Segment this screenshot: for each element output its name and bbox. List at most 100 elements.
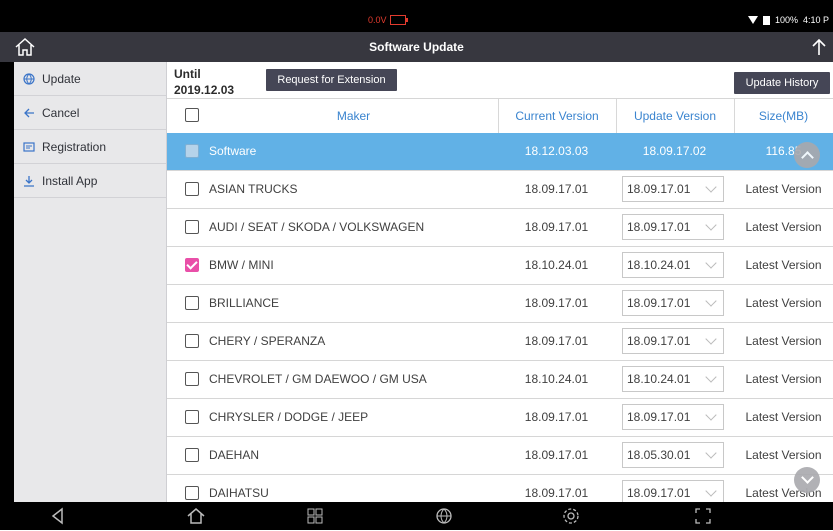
table-row[interactable]: Software 18.12.03.03 18.09.17.02 116.85 (167, 133, 833, 171)
battery-percent: 100% (774, 15, 798, 25)
clock: 4:10 P (802, 15, 829, 25)
version-dropdown-value: 18.09.17.01 (627, 334, 691, 348)
row-checkbox[interactable] (185, 486, 199, 500)
row-checkbox[interactable] (185, 296, 199, 310)
upload-button[interactable] (809, 37, 829, 57)
version-dropdown[interactable]: 18.09.17.01 (622, 404, 724, 430)
row-checkbox[interactable] (185, 334, 199, 348)
row-checkbox[interactable] (185, 182, 199, 196)
grid-icon (307, 508, 323, 524)
table-row[interactable]: CHERY / SPERANZA 18.09.17.01 18.09.17.01… (167, 323, 833, 361)
sidebar-item-label: Registration (42, 139, 107, 154)
row-size: Latest Version (745, 220, 822, 234)
gear-icon (563, 508, 579, 524)
chevron-down-icon (705, 409, 717, 421)
table-row[interactable]: DAIHATSU 18.09.17.01 18.09.17.01 Latest … (167, 475, 833, 502)
header-size: Size(MB) (758, 109, 809, 123)
row-current-version: 18.12.03.03 (524, 144, 589, 158)
update-history-button[interactable]: Update History (734, 72, 830, 94)
row-size: Latest Version (745, 258, 822, 272)
scroll-down-button[interactable] (794, 467, 820, 493)
sidebar-item-cancel[interactable]: Cancel (14, 96, 166, 130)
screenshot-button[interactable] (693, 506, 713, 526)
title-bar: Software Update (0, 32, 833, 62)
table-row[interactable]: DAEHAN 18.09.17.01 18.05.30.01 Latest Ve… (167, 437, 833, 475)
page-title: Software Update (369, 40, 464, 54)
sidebar-item-registration[interactable]: Registration (14, 130, 166, 164)
row-current-version: 18.09.17.01 (524, 410, 589, 424)
row-size: Latest Version (745, 372, 822, 386)
voltage-text: 0.0V (368, 15, 387, 25)
row-maker: Software (209, 144, 257, 158)
download-icon (22, 174, 36, 188)
version-dropdown[interactable]: 18.09.17.01 (622, 214, 724, 240)
device-frame: 0.0V 100% 4:10 P Software Update Update (0, 0, 833, 530)
version-dropdown-value: 18.09.17.01 (627, 220, 691, 234)
version-dropdown[interactable]: 18.05.30.01 (622, 442, 724, 468)
globe-icon (436, 508, 452, 524)
version-dropdown-value: 18.09.17.01 (627, 182, 691, 196)
row-maker: DAIHATSU (209, 486, 269, 500)
row-checkbox[interactable] (185, 448, 199, 462)
row-size: Latest Version (745, 448, 822, 462)
chevron-down-icon (705, 371, 717, 383)
back-button[interactable] (48, 506, 68, 526)
version-dropdown[interactable]: 18.10.24.01 (622, 366, 724, 392)
sidebar-item-update[interactable]: Update (14, 62, 166, 96)
version-dropdown[interactable]: 18.09.17.01 (622, 176, 724, 202)
row-checkbox[interactable] (185, 144, 199, 158)
row-checkbox[interactable] (185, 410, 199, 424)
header-maker: Maker (336, 109, 371, 123)
voltage-indicator: 0.0V (368, 15, 408, 25)
chevron-down-icon (705, 219, 717, 231)
chevron-up-icon (801, 151, 814, 164)
table-row[interactable]: BRILLIANCE 18.09.17.01 18.09.17.01 Lates… (167, 285, 833, 323)
chevron-down-icon (705, 257, 717, 269)
request-extension-button[interactable]: Request for Extension (266, 69, 397, 91)
home-icon (187, 508, 205, 524)
row-size: Latest Version (745, 296, 822, 310)
row-maker: BMW / MINI (209, 258, 274, 272)
row-size: Latest Version (745, 334, 822, 348)
version-dropdown[interactable]: 18.09.17.01 (622, 480, 724, 502)
wifi-icon (747, 16, 758, 24)
row-checkbox[interactable] (185, 258, 199, 272)
row-current-version: 18.09.17.01 (524, 296, 589, 310)
screenshot-icon (695, 508, 711, 524)
table-row[interactable]: CHRYSLER / DODGE / JEEP 18.09.17.01 18.0… (167, 399, 833, 437)
version-dropdown[interactable]: 18.09.17.01 (622, 328, 724, 354)
version-dropdown[interactable]: 18.10.24.01 (622, 252, 724, 278)
chevron-down-icon (705, 447, 717, 459)
sidebar: Update Cancel Registration Install App (14, 62, 167, 502)
row-checkbox[interactable] (185, 220, 199, 234)
table-row[interactable]: CHEVROLET / GM DAEWOO / GM USA 18.10.24.… (167, 361, 833, 399)
browser-button[interactable] (434, 506, 454, 526)
recent-apps-button[interactable] (305, 506, 325, 526)
chevron-down-icon (705, 485, 717, 497)
chevron-down-icon (705, 181, 717, 193)
battery-icon (389, 15, 408, 25)
version-dropdown-value: 18.05.30.01 (627, 448, 691, 462)
row-current-version: 18.10.24.01 (524, 258, 589, 272)
header-update-version: Update Version (633, 109, 717, 123)
version-dropdown-value: 18.10.24.01 (627, 258, 691, 272)
row-checkbox[interactable] (185, 372, 199, 386)
table-row[interactable]: BMW / MINI 18.10.24.01 18.10.24.01 Lates… (167, 247, 833, 285)
row-maker: CHRYSLER / DODGE / JEEP (209, 410, 369, 424)
table-row[interactable]: ASIAN TRUCKS 18.09.17.01 18.09.17.01 Lat… (167, 171, 833, 209)
sidebar-item-install-app[interactable]: Install App (14, 164, 166, 198)
version-dropdown[interactable]: 18.09.17.01 (622, 290, 724, 316)
main-panel: Until 2019.12.03 Request for Extension U… (167, 62, 833, 502)
table-row[interactable]: AUDI / SEAT / SKODA / VOLKSWAGEN 18.09.1… (167, 209, 833, 247)
version-dropdown-value: 18.09.17.01 (627, 410, 691, 424)
row-current-version: 18.09.17.01 (524, 486, 589, 500)
header-current-version: Current Version (515, 109, 599, 123)
row-maker: CHEVROLET / GM DAEWOO / GM USA (209, 372, 427, 386)
select-all-checkbox[interactable] (185, 108, 199, 122)
table-header: Maker Current Version Update Version Siz… (167, 98, 833, 134)
nav-home-button[interactable] (186, 506, 206, 526)
chevron-down-icon (705, 333, 717, 345)
row-maker: BRILLIANCE (209, 296, 280, 310)
scroll-up-button[interactable] (794, 142, 820, 168)
settings-button[interactable] (561, 506, 581, 526)
